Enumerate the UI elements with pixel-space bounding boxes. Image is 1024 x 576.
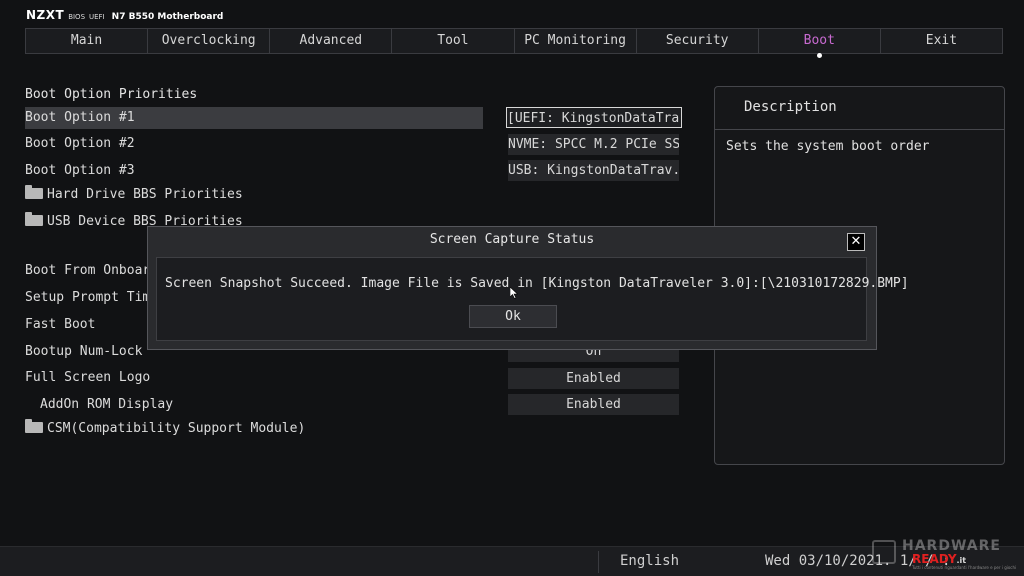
boot-option-2-row[interactable]: Boot Option #2 [25,133,135,155]
hardware-ready-watermark: HARDWARE READY.it Tutti i contenuti rigu… [872,536,1016,572]
folder-icon [25,212,43,226]
csm-submenu[interactable]: CSM(Compatibility Support Module) [25,418,305,440]
boot-option-1-row[interactable]: Boot Option #1 [25,107,483,129]
watermark-line2: READY.it [912,552,966,566]
bios-label: BIOS [68,13,86,21]
tab-exit[interactable]: Exit [881,29,1002,53]
full-screen-logo-row[interactable]: Full Screen Logo [25,367,150,389]
uefi-label: UEFI [89,13,105,21]
hard-drive-bbs-label: Hard Drive BBS Priorities [47,187,243,202]
setup-prompt-timeout-row[interactable]: Setup Prompt Timeo [25,287,166,309]
addon-rom-display-value[interactable]: Enabled [508,394,679,415]
dialog-body: Screen Snapshot Succeed. Image File is S… [156,257,909,341]
boot-option-2-value[interactable]: NVME: SPCC M.2 PCIe SSD [508,134,679,155]
tab-pc-monitoring[interactable]: PC Monitoring [515,29,637,53]
hard-drive-bbs-priorities[interactable]: Hard Drive BBS Priorities [25,184,243,206]
tab-tool[interactable]: Tool [392,29,515,53]
footer-divider [598,551,599,573]
brand: NZXT BIOS UEFI N7 B550 Motherboard [26,8,223,24]
dialog-title: Screen Capture Status [429,232,595,247]
addon-rom-display-row[interactable]: AddOn ROM Display [40,394,173,416]
close-icon[interactable]: ✕ [847,233,865,251]
ok-button[interactable]: Ok [469,305,557,328]
boot-option-3-value[interactable]: USB: KingstonDataTrav... [508,160,679,181]
tab-main[interactable]: Main [26,29,149,53]
fast-boot-row[interactable]: Fast Boot [25,314,95,336]
tab-boot[interactable]: Boot [759,29,881,58]
boot-option-3-row[interactable]: Boot Option #3 [25,160,135,182]
description-text: Sets the system boot order [726,139,930,154]
menu-tabs: Main Overclocking Advanced Tool PC Monit… [25,28,1003,58]
status-bar: English Wed 03/10/2021. 1/ / : [0,546,1024,576]
watermark-suffix: .it [956,556,967,565]
boot-option-priorities-heading: Boot Option Priorities [25,87,198,102]
tab-security[interactable]: Security [637,29,759,53]
language-selector[interactable]: English [620,553,679,569]
watermark-note: Tutti i contenuti riguardanti l'hardware… [912,565,1017,570]
boot-from-onboard-row[interactable]: Boot From Onboard [25,260,158,282]
dialog-message: Screen Snapshot Succeed. Image File is S… [165,276,909,291]
tab-overclocking[interactable]: Overclocking [148,29,271,53]
full-screen-logo-value[interactable]: Enabled [508,368,679,389]
watermark-ready: READY [912,552,957,566]
watermark-logo-icon [872,540,896,564]
description-divider [715,129,1004,130]
csm-label: CSM(Compatibility Support Module) [47,421,306,436]
folder-icon [25,419,43,433]
description-title: Description [744,99,837,115]
mouse-cursor-icon [510,287,518,299]
bootup-numlock-row[interactable]: Bootup Num-Lock [25,341,142,363]
boot-option-1-value[interactable]: [UEFI: KingstonDataTra...] [506,107,682,128]
tab-advanced[interactable]: Advanced [270,29,393,53]
nzxt-logo: NZXT [26,8,65,22]
folder-icon [25,185,43,199]
model-name: N7 B550 Motherboard [111,12,224,22]
